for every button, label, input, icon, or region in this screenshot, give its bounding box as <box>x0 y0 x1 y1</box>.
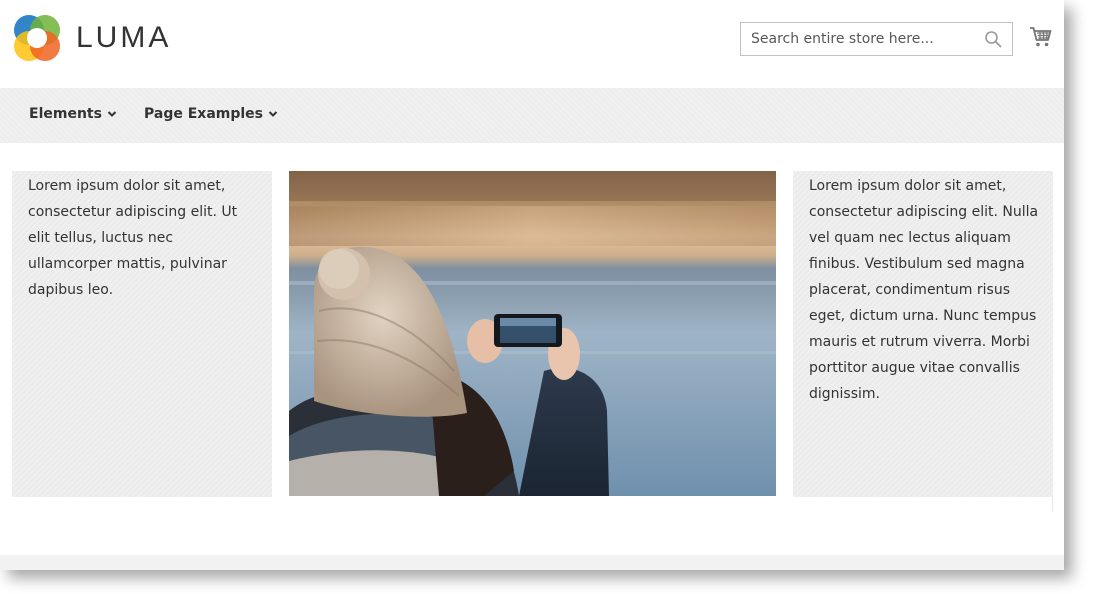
chevron-down-icon <box>268 111 278 117</box>
left-text-column: Lorem ipsum dolor sit amet, consectetur … <box>12 171 272 497</box>
footer-band <box>0 555 1064 570</box>
nav-item-elements[interactable]: Elements <box>29 106 117 122</box>
logo-text: LUMA <box>76 21 172 54</box>
nav-item-page-examples[interactable]: Page Examples <box>144 106 278 122</box>
logo[interactable]: LUMA <box>12 13 171 63</box>
right-paragraph: Lorem ipsum dolor sit amet, consectetur … <box>809 178 1039 402</box>
logo-mark <box>14 15 60 61</box>
chevron-down-icon <box>107 111 117 117</box>
header: LUMA <box>0 0 1064 88</box>
nav-item-label: Page Examples <box>144 106 263 122</box>
hero-image <box>289 171 776 496</box>
search-box <box>740 22 1013 56</box>
search-icon[interactable] <box>984 30 1002 48</box>
main-navigation: Elements Page Examples <box>0 88 1064 143</box>
page: LUMA Elements <box>0 0 1064 570</box>
right-text-column: Lorem ipsum dolor sit amet, consectetur … <box>793 171 1053 497</box>
photo-woman-taking-picture <box>289 171 776 496</box>
left-paragraph: Lorem ipsum dolor sit amet, consectetur … <box>28 178 238 298</box>
shopping-cart-icon[interactable] <box>1029 25 1053 49</box>
search-input[interactable] <box>741 23 981 55</box>
divider <box>1052 497 1053 511</box>
nav-item-label: Elements <box>29 106 102 122</box>
